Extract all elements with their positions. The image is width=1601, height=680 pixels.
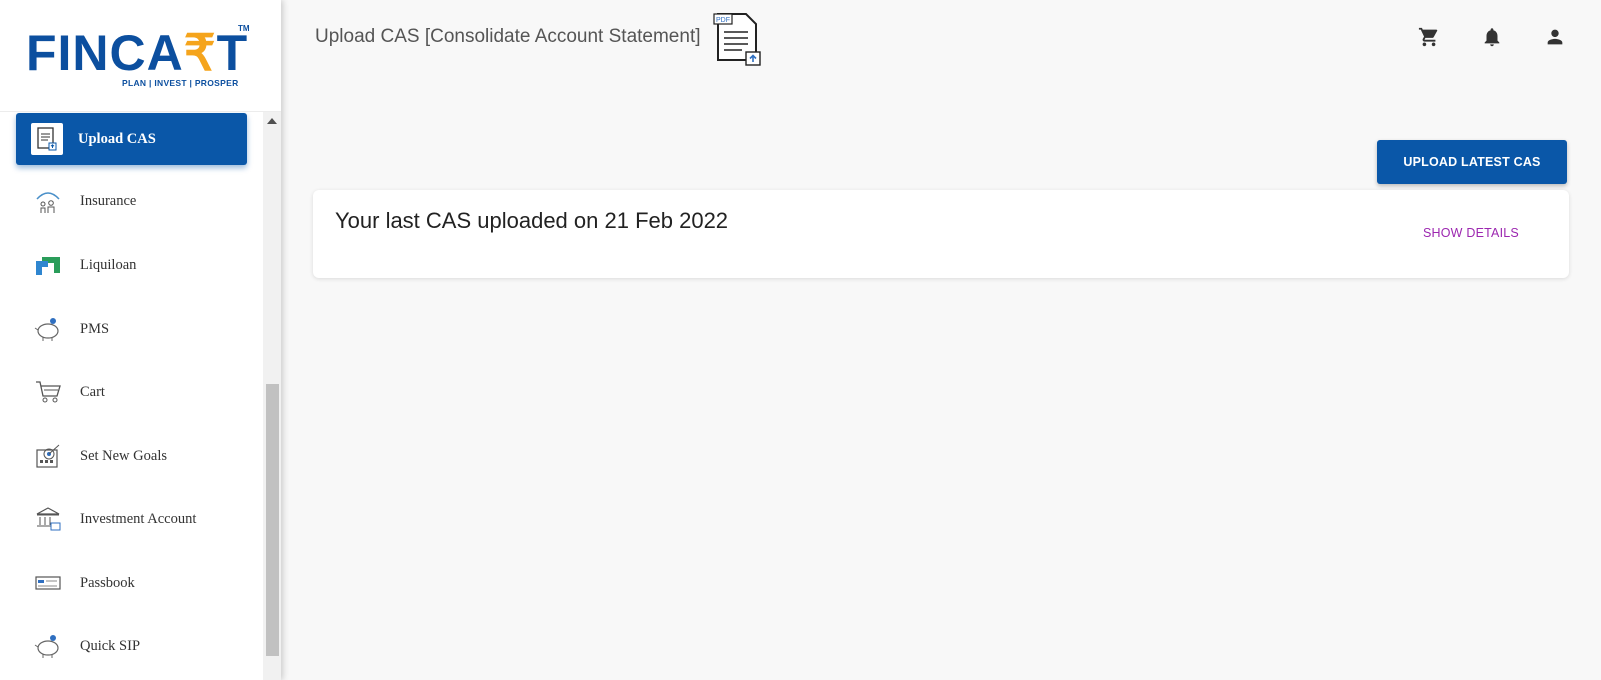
user-account-icon[interactable] (1542, 24, 1568, 50)
sidebar-item-label: PMS (80, 320, 110, 337)
logo-trademark: TM (238, 24, 250, 33)
brand-logo[interactable]: FINCA₹T TM PLAN | INVEST | PROSPER (0, 0, 281, 112)
logo-wordmark: FINCA₹T (26, 25, 249, 81)
logo-tagline: PLAN | INVEST | PROSPER (122, 78, 239, 88)
sidebar-item-label: Upload CAS (78, 130, 156, 147)
piggy-bank-icon (31, 312, 65, 346)
sidebar-item-insurance[interactable]: Insurance (16, 175, 247, 227)
sidebar-item-cart[interactable]: Cart (16, 366, 247, 418)
sidebar-item-label: Investment Account (80, 510, 197, 527)
sidebar-nav: Upload CAS Insurance Liquiloan PMS Cart (0, 112, 263, 680)
sidebar-item-quick-sip[interactable]: Quick SIP (16, 620, 247, 672)
show-details-button[interactable]: SHOW DETAILS (1423, 226, 1519, 240)
sidebar: FINCA₹T TM PLAN | INVEST | PROSPER Uploa… (0, 0, 281, 680)
sidebar-item-set-new-goals[interactable]: Set New Goals (16, 430, 247, 482)
pdf-badge-text: PDF (716, 17, 730, 24)
sidebar-item-upload-cas[interactable]: Upload CAS (16, 113, 247, 165)
sidebar-item-label: Insurance (80, 192, 137, 209)
upload-document-icon (31, 123, 63, 155)
notifications-bell-icon[interactable] (1479, 24, 1505, 50)
sidebar-scrollbar[interactable] (263, 112, 281, 680)
cart-icon (31, 375, 65, 409)
sidebar-item-label: Set New Goals (80, 447, 167, 464)
sidebar-item-pms[interactable]: PMS (16, 303, 247, 355)
umbrella-family-icon (31, 184, 65, 218)
page-title: Upload CAS [Consolidate Account Statemen… (315, 26, 701, 47)
bank-icon (31, 502, 65, 536)
pdf-upload-document-icon: PDF (712, 10, 766, 71)
cart-icon[interactable] (1416, 24, 1442, 50)
last-cas-uploaded-text: Your last CAS uploaded on 21 Feb 2022 (335, 208, 729, 233)
sidebar-item-liquiloan[interactable]: Liquiloan (16, 239, 247, 291)
last-cas-card: Your last CAS uploaded on 21 Feb 2022 SH… (313, 190, 1569, 278)
passbook-icon (31, 566, 65, 600)
sidebar-item-passbook[interactable]: Passbook (16, 557, 247, 609)
sidebar-item-investment-account[interactable]: Investment Account (16, 493, 247, 545)
sidebar-item-label: Passbook (80, 574, 135, 591)
sidebar-item-label: Quick SIP (80, 637, 141, 654)
sidebar-item-label: Cart (80, 383, 105, 400)
scroll-up-arrow-icon[interactable] (267, 118, 277, 124)
piggy-bank-icon (31, 629, 65, 663)
scrollbar-thumb[interactable] (266, 384, 279, 656)
upload-latest-cas-button[interactable]: UPLOAD LATEST CAS (1377, 140, 1567, 184)
goal-target-icon (31, 439, 65, 473)
sidebar-item-label: Liquiloan (80, 256, 137, 273)
liquiloan-logo-icon (31, 248, 65, 282)
